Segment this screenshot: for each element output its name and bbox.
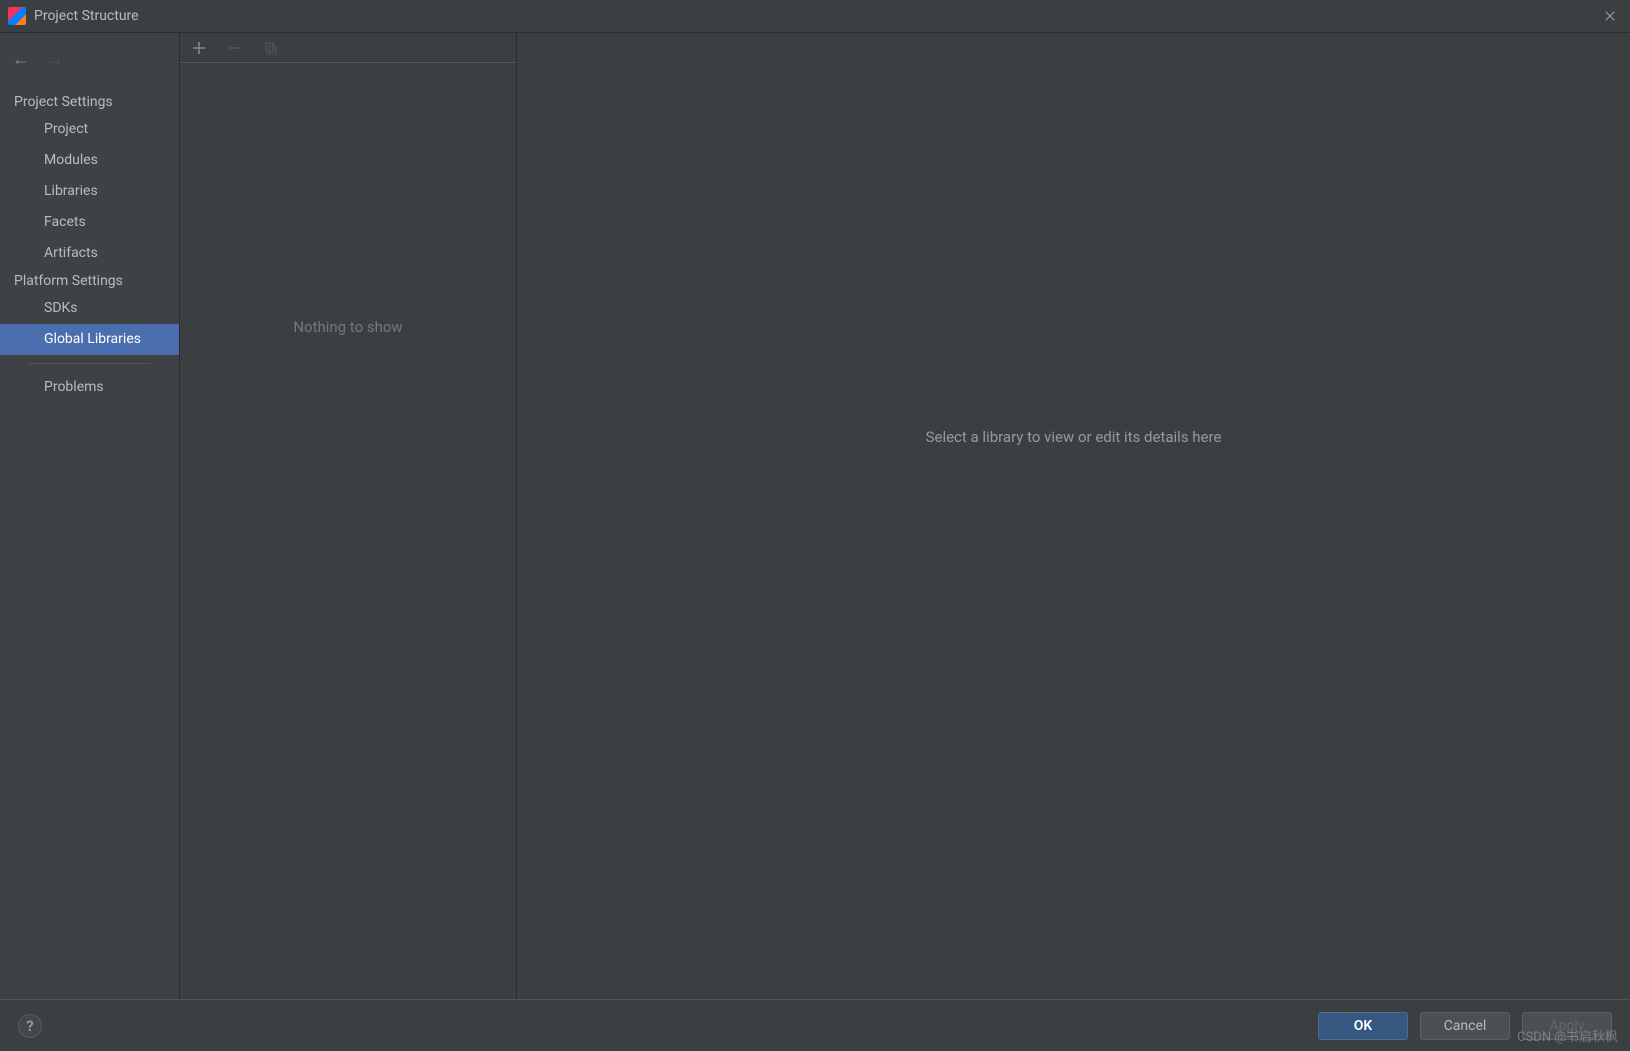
apply-button-label: Apply (1550, 1018, 1585, 1034)
content-area: ← → Project Settings Project Modules Lib… (0, 33, 1630, 999)
sidebar-item-sdks[interactable]: SDKs (0, 293, 179, 324)
detail-empty-text: Select a library to view or edit its det… (926, 428, 1222, 446)
titlebar: Project Structure (0, 0, 1630, 33)
library-list-panel: Nothing to show (180, 33, 517, 999)
section-header-project-settings: Project Settings (0, 90, 179, 114)
dialog-footer: ? OK Cancel Apply (0, 999, 1630, 1051)
remove-icon (226, 39, 244, 57)
sidebar-item-facets[interactable]: Facets (0, 207, 179, 238)
sidebar-item-modules[interactable]: Modules (0, 145, 179, 176)
apply-button: Apply (1522, 1012, 1612, 1040)
ok-button[interactable]: OK (1318, 1012, 1408, 1040)
nav-arrows: ← → (0, 41, 179, 78)
window-title: Project Structure (34, 8, 1598, 24)
sidebar: ← → Project Settings Project Modules Lib… (0, 33, 180, 999)
app-icon (8, 7, 26, 25)
sidebar-item-libraries[interactable]: Libraries (0, 176, 179, 207)
copy-icon (262, 39, 280, 57)
detail-panel: Select a library to view or edit its det… (517, 33, 1630, 999)
sidebar-item-artifacts[interactable]: Artifacts (0, 238, 179, 269)
ok-button-label: OK (1354, 1018, 1373, 1034)
sidebar-divider (28, 363, 151, 364)
cancel-button-label: Cancel (1444, 1018, 1487, 1034)
empty-list-text: Nothing to show (293, 318, 402, 336)
cancel-button[interactable]: Cancel (1420, 1012, 1510, 1040)
close-icon[interactable] (1598, 4, 1622, 28)
sidebar-item-project[interactable]: Project (0, 114, 179, 145)
forward-arrow-icon: → (46, 49, 64, 70)
section-header-platform-settings: Platform Settings (0, 269, 179, 293)
sidebar-item-problems[interactable]: Problems (0, 372, 179, 403)
library-toolbar (180, 33, 516, 63)
back-arrow-icon[interactable]: ← (12, 49, 30, 70)
add-icon[interactable] (190, 39, 208, 57)
sidebar-item-global-libraries[interactable]: Global Libraries (0, 324, 179, 355)
library-list-empty: Nothing to show (180, 63, 516, 999)
help-button[interactable]: ? (18, 1014, 42, 1038)
